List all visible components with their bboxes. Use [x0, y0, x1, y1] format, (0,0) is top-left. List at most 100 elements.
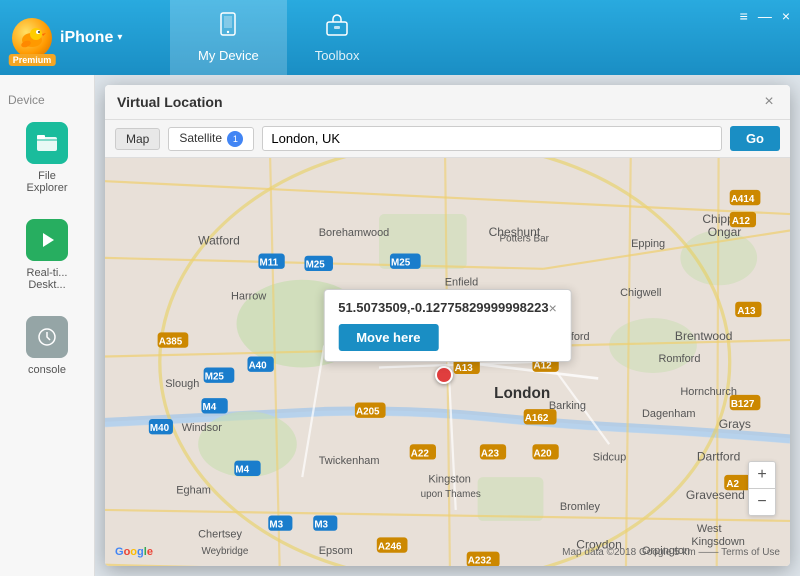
- popup-close-button[interactable]: ×: [549, 300, 557, 316]
- svg-text:M3: M3: [269, 519, 283, 530]
- svg-text:A205: A205: [356, 407, 380, 418]
- satellite-label: Satellite: [179, 131, 222, 145]
- location-popup: 51.5073509,-0.12775829999998223 × Move h…: [323, 289, 572, 362]
- svg-text:Bromley: Bromley: [560, 501, 601, 513]
- map-type-map-button[interactable]: Map: [115, 128, 160, 150]
- sidebar-item-realtime-desktop[interactable]: Real-ti...Deskt...: [0, 209, 94, 301]
- svg-text:Twickenham: Twickenham: [319, 455, 380, 467]
- device-selector[interactable]: iPhone ▾: [60, 29, 122, 47]
- svg-text:Dartford: Dartford: [697, 450, 741, 464]
- device-dropdown-arrow: ▾: [117, 32, 122, 43]
- sidebar-section-label: Device: [0, 85, 94, 107]
- dialog-titlebar: Virtual Location ×: [105, 85, 790, 120]
- my-device-icon: [215, 12, 241, 44]
- my-device-label: My Device: [198, 48, 259, 63]
- virtual-location-dialog: Virtual Location × Map Satellite 1 Go: [105, 85, 790, 566]
- svg-text:Sidcup: Sidcup: [593, 452, 626, 464]
- svg-text:B127: B127: [731, 399, 755, 410]
- svg-text:M25: M25: [306, 260, 326, 271]
- minimize-button[interactable]: —: [758, 8, 772, 24]
- svg-text:Dagenham: Dagenham: [642, 408, 696, 420]
- file-explorer-icon: [26, 122, 68, 164]
- go-button[interactable]: Go: [730, 126, 780, 151]
- svg-text:Potters Bar: Potters Bar: [500, 233, 550, 244]
- svg-text:A23: A23: [481, 448, 500, 459]
- map-footer: Google: [115, 546, 153, 558]
- content-area: Virtual Location × Map Satellite 1 Go: [95, 75, 800, 576]
- svg-text:Romford: Romford: [658, 353, 700, 365]
- sidebar: Device FileExplorer Real-ti...Deskt...: [0, 75, 95, 576]
- menu-button[interactable]: ≡: [740, 8, 748, 24]
- svg-text:A385: A385: [159, 336, 183, 347]
- svg-text:Chertsey: Chertsey: [198, 528, 242, 540]
- svg-text:A246: A246: [378, 541, 402, 552]
- svg-text:A40: A40: [249, 361, 268, 372]
- window-controls: ≡ — ×: [740, 8, 790, 24]
- map-type-satellite-button[interactable]: Satellite 1: [168, 127, 254, 151]
- svg-text:A414: A414: [731, 194, 755, 205]
- svg-text:A12: A12: [534, 361, 553, 372]
- satellite-badge: 1: [227, 131, 243, 147]
- app-header: Premium iPhone ▾: [0, 0, 170, 75]
- svg-text:M11: M11: [260, 258, 279, 269]
- svg-text:M3: M3: [314, 519, 328, 530]
- zoom-in-button[interactable]: +: [749, 462, 775, 488]
- svg-text:Weybridge: Weybridge: [201, 546, 248, 557]
- map-container[interactable]: Watford Borehamwood Cheshunt Epping Enfi…: [105, 158, 790, 566]
- dialog-close-button[interactable]: ×: [760, 93, 778, 111]
- map-attribution: Map data ©2018 Google 5 km —— Terms of U…: [562, 547, 780, 558]
- main-area: Device FileExplorer Real-ti...Deskt...: [0, 75, 800, 576]
- svg-text:Windsor: Windsor: [182, 422, 222, 434]
- toolbox-label: Toolbox: [315, 48, 360, 63]
- device-name: iPhone: [60, 29, 113, 47]
- svg-text:A22: A22: [411, 448, 430, 459]
- realtime-desktop-label: Real-ti...Deskt...: [27, 267, 68, 291]
- svg-text:Watford: Watford: [198, 234, 240, 248]
- map-background: Watford Borehamwood Cheshunt Epping Enfi…: [105, 158, 790, 566]
- svg-text:Grays: Grays: [719, 417, 751, 431]
- svg-text:Epsom: Epsom: [319, 545, 353, 557]
- svg-text:A12: A12: [732, 216, 751, 227]
- svg-text:A13: A13: [737, 306, 756, 317]
- svg-text:A2: A2: [726, 479, 739, 490]
- file-explorer-label: FileExplorer: [27, 170, 68, 194]
- dialog-title: Virtual Location: [117, 94, 223, 110]
- move-here-button[interactable]: Move here: [338, 324, 438, 351]
- close-window-button[interactable]: ×: [782, 8, 790, 24]
- svg-text:Kingston: Kingston: [428, 474, 471, 486]
- svg-text:A232: A232: [468, 556, 492, 566]
- svg-text:M25: M25: [205, 372, 225, 383]
- sidebar-item-console[interactable]: console: [0, 306, 94, 386]
- svg-text:M4: M4: [203, 402, 217, 413]
- svg-text:Hornchurch: Hornchurch: [680, 386, 737, 398]
- location-pin: [435, 366, 453, 384]
- svg-text:upon Thames: upon Thames: [421, 489, 481, 500]
- pin-dot: [435, 366, 453, 384]
- svg-text:A13: A13: [455, 363, 474, 374]
- nav-item-toolbox[interactable]: Toolbox: [287, 0, 388, 75]
- location-search-input[interactable]: [262, 126, 722, 151]
- console-icon: [26, 316, 68, 358]
- svg-text:A20: A20: [534, 448, 553, 459]
- realtime-desktop-icon: [26, 219, 68, 261]
- svg-text:Epping: Epping: [631, 238, 665, 250]
- sidebar-item-file-explorer[interactable]: FileExplorer: [0, 112, 94, 204]
- svg-text:London: London: [494, 385, 550, 402]
- google-logo: Google: [115, 546, 153, 558]
- svg-text:Slough: Slough: [165, 378, 199, 390]
- console-label: console: [28, 364, 66, 376]
- popup-coordinates: 51.5073509,-0.12775829999998223: [338, 300, 548, 315]
- zoom-out-button[interactable]: −: [749, 489, 775, 515]
- svg-text:Egham: Egham: [176, 485, 211, 497]
- svg-text:A162: A162: [525, 413, 549, 424]
- svg-text:Borehamwood: Borehamwood: [319, 227, 390, 239]
- svg-text:West: West: [697, 523, 722, 535]
- svg-text:Chigwell: Chigwell: [620, 287, 661, 299]
- svg-text:Brentwood: Brentwood: [675, 329, 733, 343]
- popup-header: 51.5073509,-0.12775829999998223 ×: [338, 300, 557, 316]
- svg-text:M40: M40: [150, 423, 170, 434]
- map-controls-bar: Map Satellite 1 Go: [105, 120, 790, 158]
- toolbox-icon: [324, 12, 350, 44]
- svg-text:Enfield: Enfield: [445, 276, 478, 288]
- nav-item-my-device[interactable]: My Device: [170, 0, 287, 75]
